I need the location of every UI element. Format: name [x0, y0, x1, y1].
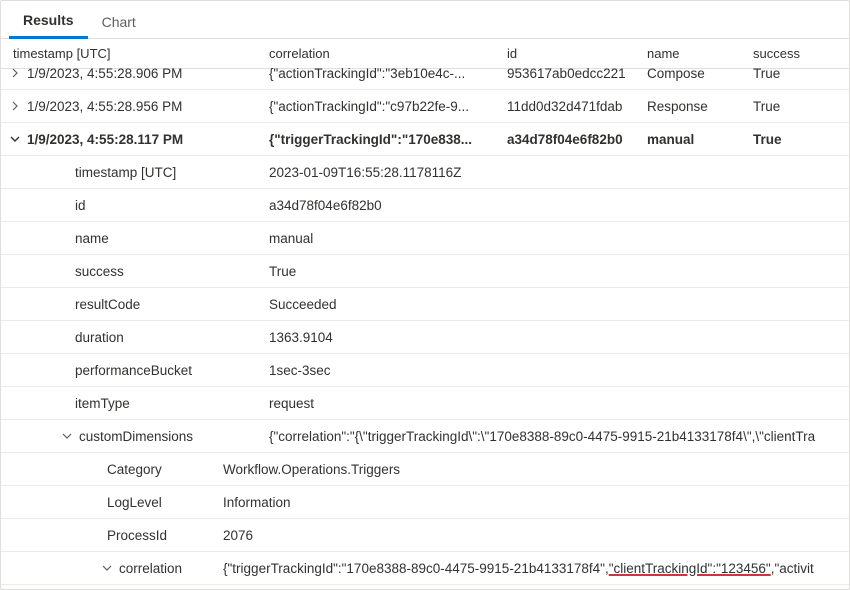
table-row[interactable]: 1/9/2023, 4:55:28.956 PM {"actionTrackin… [1, 90, 849, 123]
detail-row: name manual [1, 222, 849, 255]
cell-timestamp: 1/9/2023, 4:55:28.117 PM [27, 132, 183, 147]
detail-value: Information [219, 495, 849, 510]
detail-row: ProcessId 2076 [1, 519, 849, 552]
detail-label: itemType [1, 396, 261, 411]
tabs: Results Chart [1, 1, 849, 39]
cell-success: True [745, 132, 835, 147]
detail-value: 2023-01-09T16:55:28.1178116Z [261, 165, 849, 180]
cell-timestamp: 1/9/2023, 4:55:28.956 PM [27, 99, 182, 114]
chevron-down-icon[interactable] [61, 430, 73, 442]
cell-id: 11dd0d32d471fdab [499, 99, 639, 114]
chevron-down-icon[interactable] [9, 133, 21, 145]
detail-value: {"correlation":"{\"triggerTrackingId\":\… [261, 429, 849, 444]
detail-label: customDimensions [1, 429, 261, 444]
detail-value: True [261, 264, 849, 279]
detail-value: Workflow.Operations.Triggers [219, 462, 849, 477]
detail-label: timestamp [UTC] [1, 165, 261, 180]
detail-row: itemType request [1, 387, 849, 420]
cell-correlation: {"triggerTrackingId":"170e838... [261, 132, 499, 147]
detail-row-customdimensions[interactable]: customDimensions {"correlation":"{\"trig… [1, 420, 849, 453]
detail-value: 1sec-3sec [261, 363, 849, 378]
cell-success: True [745, 99, 835, 114]
cell-id: 953617ab0edcc221 [499, 66, 639, 81]
detail-label: success [1, 264, 261, 279]
table-row-expanded[interactable]: 1/9/2023, 4:55:28.117 PM {"triggerTracki… [1, 123, 849, 156]
detail-label: performanceBucket [1, 363, 261, 378]
detail-row: performanceBucket 1sec-3sec [1, 354, 849, 387]
highlighted-client-tracking-id: "clientTrackingId":"123456" [609, 561, 771, 576]
detail-row: id a34d78f04e6f82b0 [1, 189, 849, 222]
table-row[interactable]: 1/9/2023, 4:55:28.906 PM {"actionTrackin… [1, 57, 849, 90]
chevron-right-icon[interactable] [9, 67, 21, 79]
detail-row: timestamp [UTC] 2023-01-09T16:55:28.1178… [1, 156, 849, 189]
cell-correlation: {"actionTrackingId":"3eb10e4c-... [261, 66, 499, 81]
cell-name: Compose [639, 66, 745, 81]
cell-id: a34d78f04e6f82b0 [499, 132, 639, 147]
detail-label: name [1, 231, 261, 246]
detail-row: duration 1363.9104 [1, 321, 849, 354]
tab-results[interactable]: Results [9, 4, 88, 39]
detail-label: ProcessId [1, 528, 219, 543]
detail-value-correlation: {"triggerTrackingId":"170e8388-89c0-4475… [219, 561, 849, 576]
col-timestamp[interactable]: timestamp [UTC] [1, 46, 261, 61]
detail-row: resultCode Succeeded [1, 288, 849, 321]
detail-label: LogLevel [1, 495, 219, 510]
tab-chart[interactable]: Chart [88, 6, 150, 38]
detail-label: id [1, 198, 261, 213]
detail-label: Category [1, 462, 219, 477]
detail-row: Category Workflow.Operations.Triggers [1, 453, 849, 486]
col-correlation[interactable]: correlation [261, 46, 499, 61]
detail-value: manual [261, 231, 849, 246]
chevron-right-icon[interactable] [9, 100, 21, 112]
col-name[interactable]: name [639, 46, 745, 61]
detail-label: resultCode [1, 297, 261, 312]
detail-label: correlation [1, 561, 219, 576]
detail-panel: timestamp [UTC] 2023-01-09T16:55:28.1178… [1, 156, 849, 585]
detail-value: 2076 [219, 528, 849, 543]
cell-correlation: {"actionTrackingId":"c97b22fe-9... [261, 99, 499, 114]
col-success[interactable]: success [745, 46, 835, 61]
detail-label: duration [1, 330, 261, 345]
col-id[interactable]: id [499, 46, 639, 61]
detail-value: request [261, 396, 849, 411]
detail-value: a34d78f04e6f82b0 [261, 198, 849, 213]
chevron-down-icon[interactable] [101, 562, 113, 574]
cell-name: Response [639, 99, 745, 114]
cell-name: manual [639, 132, 745, 147]
detail-row: LogLevel Information [1, 486, 849, 519]
detail-row: success True [1, 255, 849, 288]
cell-timestamp: 1/9/2023, 4:55:28.906 PM [27, 66, 182, 81]
detail-row-correlation[interactable]: correlation {"triggerTrackingId":"170e83… [1, 552, 849, 585]
detail-value: 1363.9104 [261, 330, 849, 345]
detail-value: Succeeded [261, 297, 849, 312]
cell-success: True [745, 66, 835, 81]
